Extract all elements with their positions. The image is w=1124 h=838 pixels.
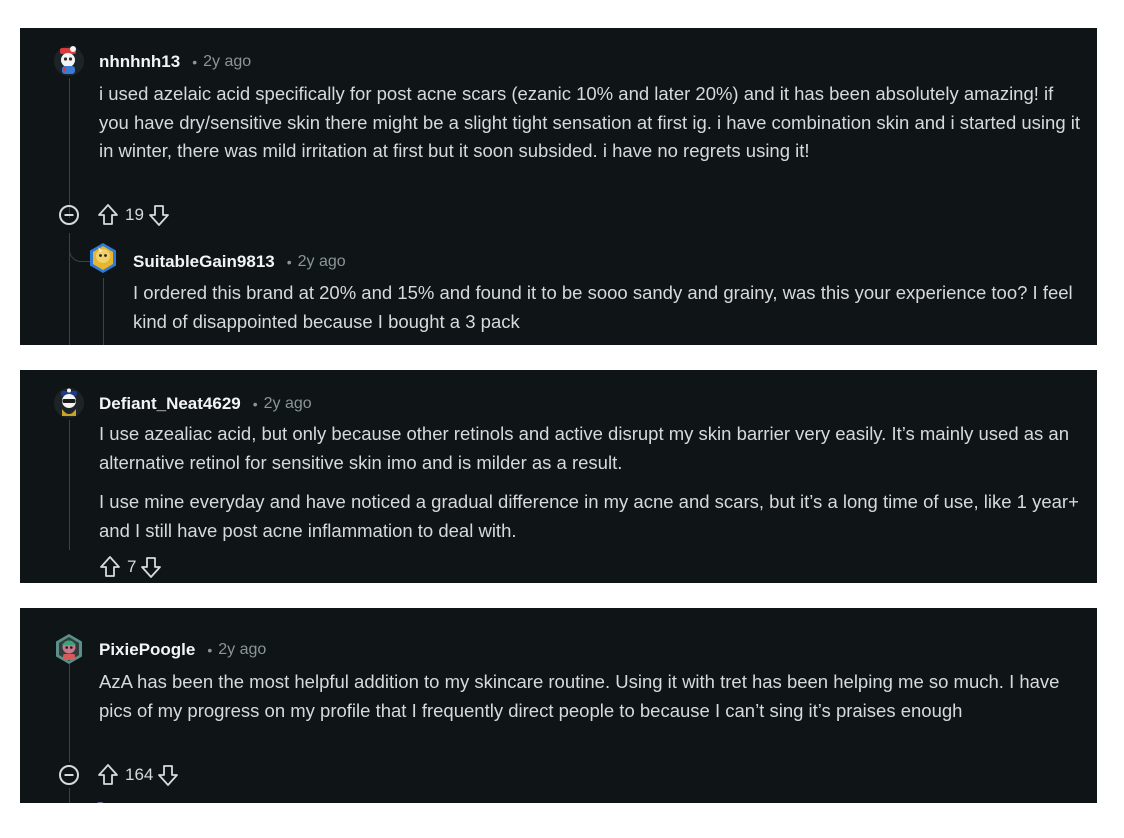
collapse-icon[interactable] xyxy=(58,764,80,786)
downvote-icon[interactable] xyxy=(157,763,179,787)
avatar[interactable] xyxy=(53,45,85,77)
avatar[interactable] xyxy=(53,633,85,665)
comment-paragraph: i used azelaic acid specifically for pos… xyxy=(99,83,1081,161)
comment-actions: 164 xyxy=(58,763,179,787)
upvote-icon[interactable] xyxy=(97,203,119,227)
timestamp[interactable]: 2y ago xyxy=(203,53,251,71)
comment-actions: 7 xyxy=(99,555,162,579)
comment-actions: 19 xyxy=(58,203,170,227)
timestamp[interactable]: 2y ago xyxy=(264,395,312,413)
reply-body: I ordered this brand at 20% and 15% and … xyxy=(133,279,1083,336)
reply-paragraph: I ordered this brand at 20% and 15% and … xyxy=(133,282,1073,332)
separator-dot: • xyxy=(252,396,258,412)
separator-dot: • xyxy=(207,642,213,658)
comment-paragraph: AzA has been the most helpful addition t… xyxy=(99,671,1060,721)
comment-meta: PixiePoogle • 2y ago xyxy=(99,640,266,660)
collapse-icon[interactable] xyxy=(58,204,80,226)
downvote-icon[interactable] xyxy=(140,555,162,579)
downvote-icon[interactable] xyxy=(148,203,170,227)
comment-panel: PixiePoogle • 2y ago AzA has been the mo… xyxy=(20,608,1097,803)
comment-panel: Defiant_Neat4629 • 2y ago I use azealiac… xyxy=(20,370,1097,583)
vote-score: 7 xyxy=(127,557,137,576)
avatar[interactable] xyxy=(87,242,119,274)
comment-paragraph: I use mine everyday and have noticed a g… xyxy=(99,491,1079,541)
timestamp[interactable]: 2y ago xyxy=(298,253,346,271)
avatar[interactable] xyxy=(90,798,110,803)
username[interactable]: SuitableGain9813 xyxy=(133,252,275,272)
separator-dot: • xyxy=(286,254,292,270)
reply-meta: SuitableGain9813 • 2y ago xyxy=(133,252,346,272)
comment-meta: Defiant_Neat4629 • 2y ago xyxy=(99,394,312,414)
separator-dot: • xyxy=(192,54,198,70)
thread-line[interactable] xyxy=(69,420,70,550)
comment-panel: nhnhnh13 • 2y ago i used azelaic acid sp… xyxy=(20,28,1097,345)
vote-score: 19 xyxy=(125,205,144,224)
username[interactable]: nhnhnh13 xyxy=(99,52,180,72)
thread-line[interactable] xyxy=(69,78,70,218)
avatar[interactable] xyxy=(53,387,85,419)
upvote-icon[interactable] xyxy=(99,555,121,579)
username[interactable]: Defiant_Neat4629 xyxy=(99,394,241,414)
comment-paragraph: I use azealiac acid, but only because ot… xyxy=(99,423,1070,473)
comment-body: i used azelaic acid specifically for pos… xyxy=(99,80,1084,166)
timestamp[interactable]: 2y ago xyxy=(218,641,266,659)
comment-body: I use azealiac acid, but only because ot… xyxy=(99,420,1084,545)
upvote-icon[interactable] xyxy=(97,763,119,787)
username[interactable]: PixiePoogle xyxy=(99,640,195,660)
thread-line[interactable] xyxy=(69,664,70,762)
thread-line[interactable] xyxy=(69,788,70,803)
comment-meta: nhnhnh13 • 2y ago xyxy=(99,52,251,72)
vote-score: 164 xyxy=(125,765,154,784)
comment-body: AzA has been the most helpful addition t… xyxy=(99,668,1074,725)
reply-thread-line[interactable] xyxy=(103,278,104,345)
